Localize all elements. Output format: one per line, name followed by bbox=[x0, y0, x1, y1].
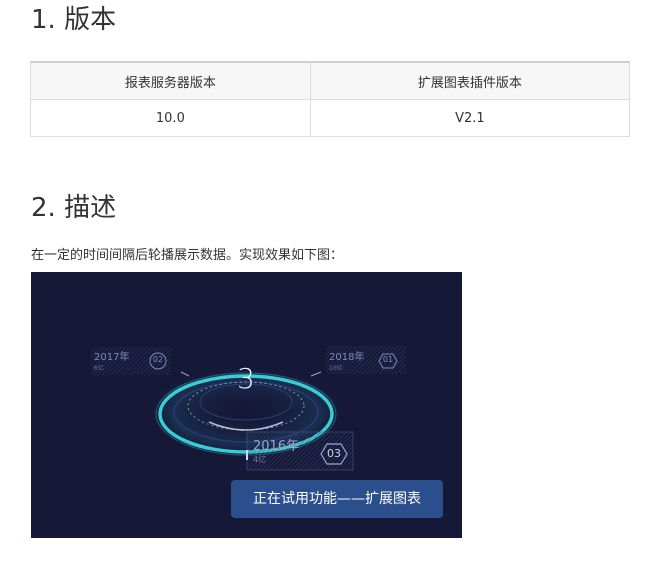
card-value: 10亿 bbox=[329, 365, 343, 372]
table-header-row: 报表服务器版本 扩展图表插件版本 bbox=[30, 61, 631, 100]
header-server-version: 报表服务器版本 bbox=[30, 61, 311, 100]
card-value: 6亿 bbox=[94, 365, 104, 372]
section-title-version: 1. 版本 bbox=[31, 5, 117, 35]
cell-plugin-version: V2.1 bbox=[309, 99, 631, 137]
center-number: 3 bbox=[237, 362, 255, 395]
card-index: 02 bbox=[152, 355, 164, 364]
demo-image: 3 2017年 6亿 02 2018年 10亿 01 2016年 4亿 03 正… bbox=[31, 272, 462, 538]
trial-banner: 正在试用功能——扩展图表 bbox=[231, 480, 443, 518]
card-year: 2016年 bbox=[253, 439, 300, 454]
header-plugin-version: 扩展图表插件版本 bbox=[309, 61, 631, 100]
cell-server-version: 10.0 bbox=[30, 99, 311, 137]
version-table: 报表服务器版本 扩展图表插件版本 10.0 V2.1 bbox=[30, 61, 631, 137]
section-title-description: 2. 描述 bbox=[31, 193, 117, 223]
card-index: 03 bbox=[327, 447, 341, 460]
card-value: 4亿 bbox=[253, 455, 267, 464]
card-index: 01 bbox=[382, 355, 394, 364]
card-year: 2017年 bbox=[94, 352, 130, 363]
table-row: 10.0 V2.1 bbox=[30, 99, 631, 137]
description-text: 在一定的时间间隔后轮播展示数据。实现效果如下图： bbox=[31, 248, 344, 263]
card-year: 2018年 bbox=[329, 352, 365, 363]
